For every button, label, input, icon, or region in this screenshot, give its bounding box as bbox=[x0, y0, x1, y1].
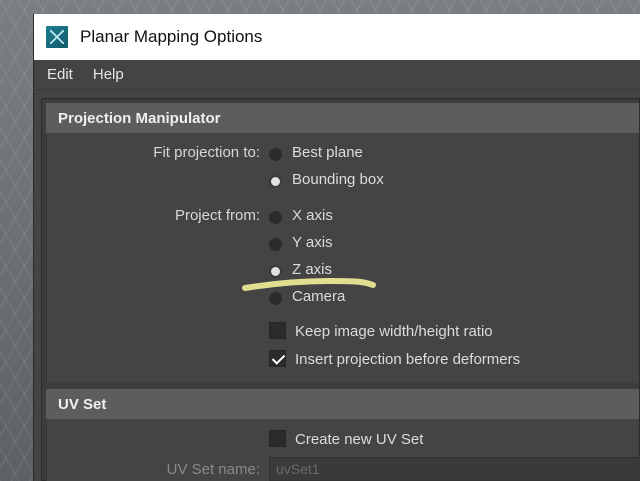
title-bar[interactable]: Planar Mapping Options bbox=[34, 14, 640, 60]
checkbox-label: Create new UV Set bbox=[295, 431, 424, 448]
window-title: Planar Mapping Options bbox=[80, 27, 263, 46]
menu-edit[interactable]: Edit bbox=[47, 66, 73, 83]
radio-button[interactable] bbox=[269, 238, 282, 251]
uv-set-body: Create new UV Set UV Set name: uvSet1 bbox=[46, 419, 640, 481]
fit-projection-label: Fit projection to: bbox=[153, 144, 260, 161]
projection-manipulator-body: Fit projection to: Best plane Bounding b… bbox=[46, 133, 639, 383]
checkbox-label: Keep image width/height ratio bbox=[295, 323, 493, 340]
radio-label: Best plane bbox=[292, 144, 363, 161]
uv-set-name-label: UV Set name: bbox=[166, 461, 260, 478]
section-header-projection-manipulator[interactable]: Projection Manipulator bbox=[46, 103, 639, 133]
project-from-label: Project from: bbox=[174, 207, 260, 224]
section-title: UV Set bbox=[58, 395, 107, 413]
radio-label: X axis bbox=[292, 207, 333, 224]
section-header-uv-set[interactable]: UV Set bbox=[46, 389, 639, 419]
section-title: Projection Manipulator bbox=[58, 109, 221, 127]
radio-label: Bounding box bbox=[292, 171, 384, 188]
checkbox-box[interactable] bbox=[269, 430, 286, 447]
planar-mapping-options-window: Planar Mapping Options Edit Help Project… bbox=[33, 14, 640, 481]
radio-button[interactable] bbox=[269, 175, 282, 188]
checkbox-box[interactable] bbox=[269, 322, 286, 339]
radio-button[interactable] bbox=[269, 211, 282, 224]
radio-button[interactable] bbox=[269, 292, 282, 305]
checkbox-box[interactable] bbox=[269, 350, 286, 367]
maya-app-icon bbox=[46, 26, 68, 48]
radio-label: Z axis bbox=[292, 261, 333, 278]
menu-bar: Edit Help bbox=[34, 60, 640, 90]
radio-button[interactable] bbox=[269, 148, 282, 161]
radio-label: Camera bbox=[292, 288, 346, 305]
options-content: Projection Manipulator Fit projection to… bbox=[41, 98, 640, 481]
radio-label: Y axis bbox=[292, 234, 333, 251]
menu-help[interactable]: Help bbox=[93, 66, 124, 83]
checkbox-label: Insert projection before deformers bbox=[295, 351, 521, 368]
radio-button[interactable] bbox=[269, 265, 282, 278]
uv-set-name-field[interactable]: uvSet1 bbox=[269, 457, 640, 481]
